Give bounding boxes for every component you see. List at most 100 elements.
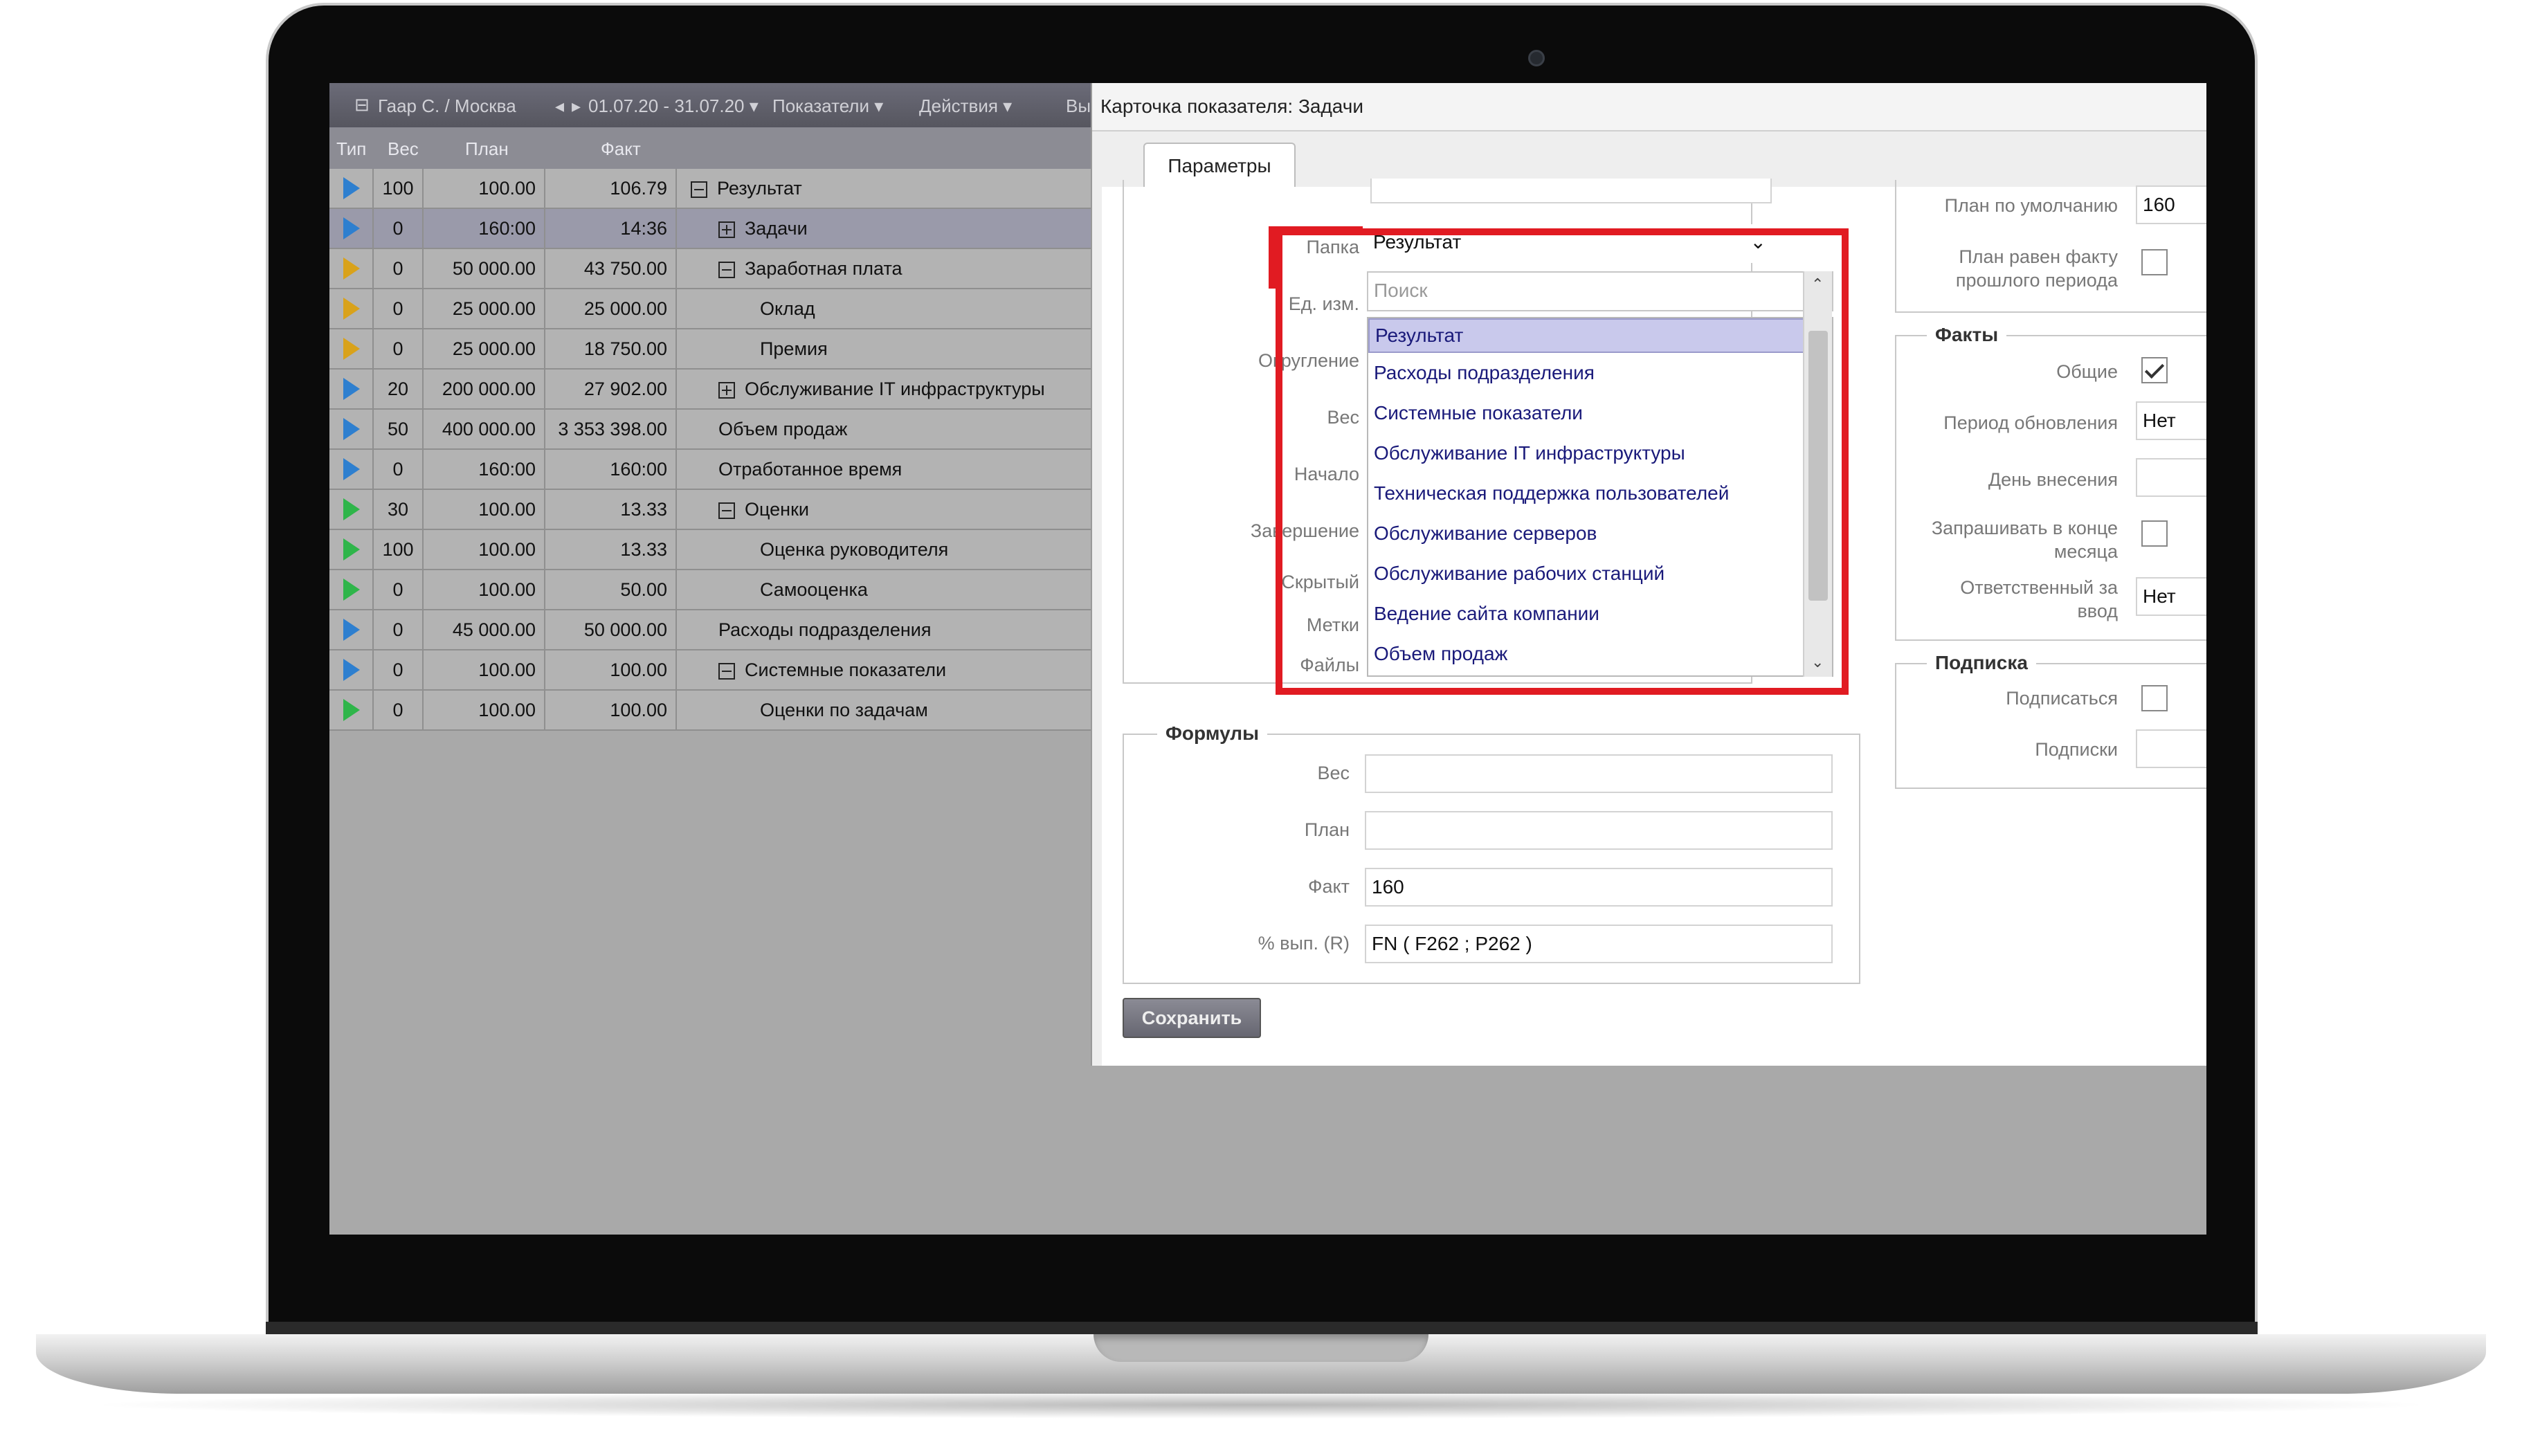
weight-cell: 0 [374,691,424,729]
responsible-select[interactable]: Нет [2136,577,2206,616]
ask-month-end-checkbox[interactable] [2141,520,2168,547]
col-plan[interactable]: План [465,138,509,160]
table-row[interactable]: 50 400 000.00 3 353 398.00 Объем продаж [329,410,1091,450]
table-row[interactable]: 0 25 000.00 18 750.00 Премия [329,329,1091,370]
subscriptions-input[interactable] [2136,729,2206,768]
plan-cell: 45 000.00 [424,610,545,649]
type-triangle-icon [343,298,360,320]
prev-field[interactable] [1370,179,1772,203]
collapse-icon[interactable] [691,181,707,198]
collapse-icon[interactable] [718,261,735,278]
default-plan-input[interactable]: 160 [2136,185,2206,224]
entry-day-label: День внесения [1988,469,2118,490]
formula-weight-input[interactable] [1365,754,1833,793]
weight-cell: 0 [374,329,424,368]
fact-cell: 13.33 [545,490,677,529]
user-location[interactable]: Гаар С. / Москва [378,95,516,117]
indicator-name: Заработная плата [745,258,902,279]
actions-menu[interactable]: Действия ▾ [919,95,1012,117]
type-cell [329,289,374,328]
indicator-name: Оценки по задачам [760,700,928,720]
weight-cell: 0 [374,650,424,689]
subscription-legend: Подписка [1927,652,2036,674]
fact-cell: 106.79 [545,169,677,208]
table-row[interactable]: 0 25 000.00 25 000.00 Оклад [329,289,1091,329]
name-cell: Оценки по задачам [677,691,1091,729]
indicators-grid: Тип Вес План Факт 100 100.00 106.79 Результ… [329,127,1091,731]
collapse-icon[interactable] [718,502,735,519]
table-row[interactable]: 0 160:00 160:00 Отработанное время [329,450,1091,490]
indicators-menu[interactable]: Показатели ▾ [772,95,883,117]
indicator-name: Оклад [760,298,815,319]
name-cell: Оценка руководителя [677,530,1091,569]
collapse-icon[interactable] [718,662,735,680]
type-cell [329,650,374,689]
entry-day-input[interactable] [2136,458,2206,497]
name-cell: Результат [677,169,1091,208]
type-triangle-icon [343,338,360,360]
indicator-name: Оценки [745,499,809,520]
default-plan-label: План по умолчанию [1944,195,2118,216]
period-next-icon[interactable]: ▸ [572,95,581,117]
indicator-name: Задачи [745,218,808,239]
name-cell: Отработанное время [677,450,1091,489]
subscriptions-label: Подписки [2035,739,2118,760]
expand-icon[interactable] [718,221,735,238]
collapse-icon[interactable]: ⊟ [354,94,370,116]
type-triangle-icon [343,579,360,601]
plan-cell: 160:00 [424,209,545,248]
subscribe-checkbox[interactable] [2141,685,2168,711]
table-row[interactable]: 0 50 000.00 43 750.00 Заработная плата [329,249,1091,289]
type-triangle-icon [343,177,360,199]
subscription-fieldset: Подписка Подписаться Подписки [1895,652,2206,789]
indicator-name: Премия [760,338,828,359]
plan-cell: 25 000.00 [424,329,545,368]
fact-cell: 3 353 398.00 [545,410,677,448]
responsible-label-1: Ответственный за [1960,577,2118,598]
plan-eq-fact-checkbox[interactable] [2141,249,2168,275]
type-cell [329,410,374,448]
table-row[interactable]: 0 160:00 14:36 Задачи [329,209,1091,249]
table-row[interactable]: 0 100.00 100.00 Оценки по задачам [329,691,1091,731]
table-row[interactable]: 20 200 000.00 27 902.00 Обслуживание IT инф… [329,370,1091,410]
common-checkbox[interactable] [2141,357,2168,383]
save-button[interactable]: Сохранить [1123,998,1261,1038]
formula-plan-label: План [1304,819,1350,840]
name-cell: Заработная плата [677,249,1091,288]
name-cell: Системные показатели [677,650,1091,689]
update-period-select[interactable]: Нет [2136,401,2206,440]
formulas-fieldset: Формулы Вес План Факт 160 % вып. (R) FN … [1123,722,1860,984]
type-cell [329,450,374,489]
type-cell [329,329,374,368]
expand-icon[interactable] [718,381,735,399]
ask-month-end-label-1: Запрашивать в конце [1931,518,2118,538]
indicator-name: Системные показатели [745,659,947,680]
period-selector[interactable]: 01.07.20 - 31.07.20 ▾ [588,95,759,117]
fact-cell: 43 750.00 [545,249,677,288]
table-row[interactable]: 0 100.00 100.00 Системные показатели [329,650,1091,691]
type-cell [329,490,374,529]
type-cell [329,570,374,609]
period-prev-icon[interactable]: ◂ [555,95,564,117]
table-row[interactable]: 0 100.00 50.00 Самооценка [329,570,1091,610]
more-menu-truncated[interactable]: Вы [1066,95,1091,117]
indicator-name: Объем продаж [718,419,848,439]
table-row[interactable]: 100 100.00 106.79 Результат [329,169,1091,209]
app-screen: ⊟ Гаар С. / Москва ◂ ▸ 01.07.20 - 31.07.… [329,83,2206,1235]
formula-fact-input[interactable]: 160 [1365,868,1833,907]
type-triangle-icon [343,498,360,520]
col-type[interactable]: Тип [336,138,366,160]
col-weight[interactable]: Вес [388,138,419,160]
type-cell [329,610,374,649]
plan-cell: 160:00 [424,450,545,489]
formula-plan-input[interactable] [1365,811,1833,850]
indicator-name: Самооценка [760,579,868,600]
fact-cell: 50.00 [545,570,677,609]
table-row[interactable]: 0 45 000.00 50 000.00 Расходы подразделения [329,610,1091,650]
plan-cell: 100.00 [424,691,545,729]
col-fact[interactable]: Факт [601,138,641,160]
table-row[interactable]: 100 100.00 13.33 Оценка руководителя [329,530,1091,570]
formula-pct-input[interactable]: FN ( F262 ; P262 ) [1365,925,1833,963]
type-triangle-icon [343,659,360,681]
table-row[interactable]: 30 100.00 13.33 Оценки [329,490,1091,530]
